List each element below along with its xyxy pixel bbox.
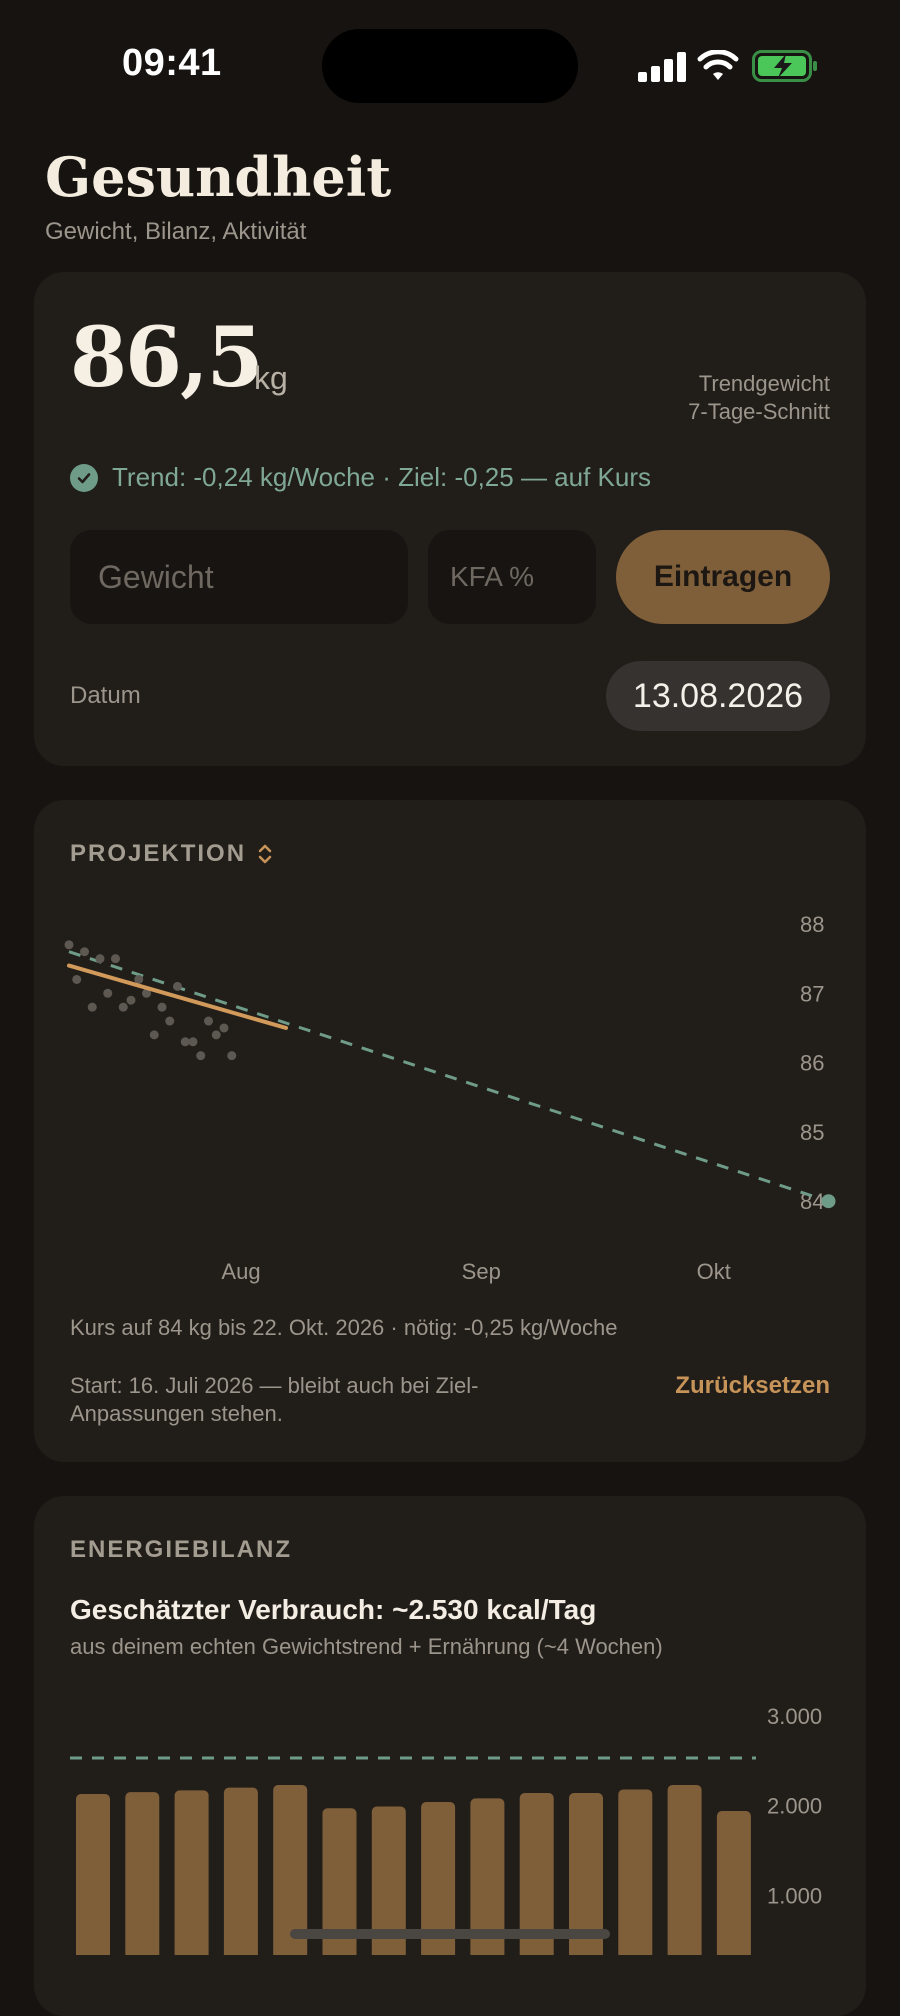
y-tick-label: 3.000 bbox=[767, 1704, 822, 1729]
date-picker[interactable]: 13.08.2026 bbox=[606, 661, 830, 731]
weight-point bbox=[118, 1002, 128, 1012]
y-tick-label: 2.000 bbox=[767, 1794, 822, 1819]
energy-bar bbox=[667, 1784, 702, 1955]
body-fat-input-placeholder: KFA % bbox=[450, 561, 535, 592]
weight-point bbox=[80, 947, 89, 957]
y-tick-label: 88 bbox=[800, 912, 824, 937]
page-subtitle: Gewicht, Bilanz, Aktivität bbox=[45, 218, 307, 245]
weight-point bbox=[103, 988, 113, 998]
weight-point bbox=[165, 1016, 175, 1026]
weight-point bbox=[111, 954, 120, 964]
y-tick-label: 87 bbox=[800, 981, 824, 1006]
energy-bar bbox=[716, 1810, 751, 1955]
energy-subline: aus deinem echten Gewichtstrend + Ernähr… bbox=[70, 1634, 663, 1659]
submit-button[interactable]: Eintragen bbox=[616, 530, 830, 624]
dynamic-island bbox=[322, 29, 578, 103]
trend-line bbox=[67, 963, 288, 1030]
energy-bar-chart: 3.0002.0001.0000 bbox=[70, 1704, 822, 1955]
projection-selector[interactable]: PROJEKTION bbox=[70, 840, 274, 868]
projection-chart: 8887868584Aug Sep Okt bbox=[64, 912, 836, 1284]
weight-point bbox=[211, 1030, 221, 1040]
weight-point bbox=[196, 1051, 206, 1061]
weight-point bbox=[227, 1051, 237, 1061]
battery-charging-icon bbox=[752, 50, 817, 82]
trend-weight-label: Trendgewicht 7-Tage-Schnitt bbox=[688, 370, 830, 426]
weight-value: 86,5 bbox=[70, 310, 264, 406]
projection-endpoint bbox=[821, 1194, 836, 1209]
x-tick-label: Sep bbox=[462, 1259, 501, 1284]
reset-button[interactable]: Zurücksetzen bbox=[675, 1372, 830, 1400]
weight-point bbox=[173, 981, 182, 991]
weight-input-placeholder: Gewicht bbox=[98, 558, 214, 595]
trend-weight-title: Trendgewicht bbox=[698, 371, 830, 396]
cellular-signal-icon bbox=[638, 52, 686, 82]
page-title: Gesundheit bbox=[45, 145, 392, 209]
trend-weight-caption: 7-Tage-Schnitt bbox=[688, 399, 830, 424]
trend-status: Trend: -0,24 kg/Woche · Ziel: -0,25 — au… bbox=[70, 462, 651, 493]
weight-point bbox=[188, 1037, 198, 1047]
wifi-icon bbox=[697, 50, 739, 80]
projection-title: PROJEKTION bbox=[70, 840, 247, 867]
energy-bar bbox=[76, 1793, 110, 1955]
trend-status-text: Trend: -0,24 kg/Woche · Ziel: -0,25 — au… bbox=[112, 462, 652, 492]
energy-bar bbox=[223, 1787, 258, 1955]
energy-title: ENERGIEBILANZ bbox=[70, 1536, 293, 1563]
status-time: 09:41 bbox=[122, 42, 222, 84]
weight-point bbox=[126, 995, 136, 1005]
projection-start-note: Start: 16. Juli 2026 — bleibt auch bei Z… bbox=[70, 1373, 479, 1426]
energy-bar bbox=[618, 1789, 653, 1955]
projection-course-note: Kurs auf 84 kg bis 22. Okt. 2026 · nötig… bbox=[70, 1315, 618, 1340]
weight-point bbox=[219, 1023, 229, 1033]
weight-point bbox=[87, 1002, 97, 1012]
y-tick-label: 1.000 bbox=[767, 1883, 822, 1908]
weight-point bbox=[149, 1030, 159, 1040]
weight-point bbox=[157, 1002, 167, 1012]
weight-point bbox=[204, 1016, 213, 1026]
y-tick-label: 85 bbox=[800, 1120, 824, 1145]
chevron-up-down-icon bbox=[258, 844, 272, 864]
energy-bar bbox=[174, 1790, 209, 1955]
date-label: Datum bbox=[70, 682, 141, 709]
weight-point bbox=[72, 974, 82, 984]
weight-unit: kg bbox=[254, 360, 288, 396]
weight-point bbox=[134, 974, 144, 984]
body-fat-input[interactable]: KFA % bbox=[428, 530, 596, 624]
weight-point bbox=[95, 954, 105, 964]
checkmark-circle-icon bbox=[70, 463, 98, 492]
y-tick-label: 86 bbox=[800, 1051, 824, 1076]
energy-bar bbox=[125, 1792, 160, 1955]
weight-point bbox=[64, 940, 74, 950]
energy-headline: Geschätzter Verbrauch: ~2.530 kcal/Tag bbox=[70, 1594, 597, 1625]
projection-line bbox=[68, 950, 829, 1203]
x-tick-label: Aug bbox=[221, 1259, 260, 1284]
x-tick-label: Okt bbox=[697, 1259, 731, 1284]
weight-input[interactable]: Gewicht bbox=[70, 530, 408, 624]
weight-point bbox=[180, 1037, 190, 1047]
home-indicator bbox=[290, 1929, 610, 1939]
